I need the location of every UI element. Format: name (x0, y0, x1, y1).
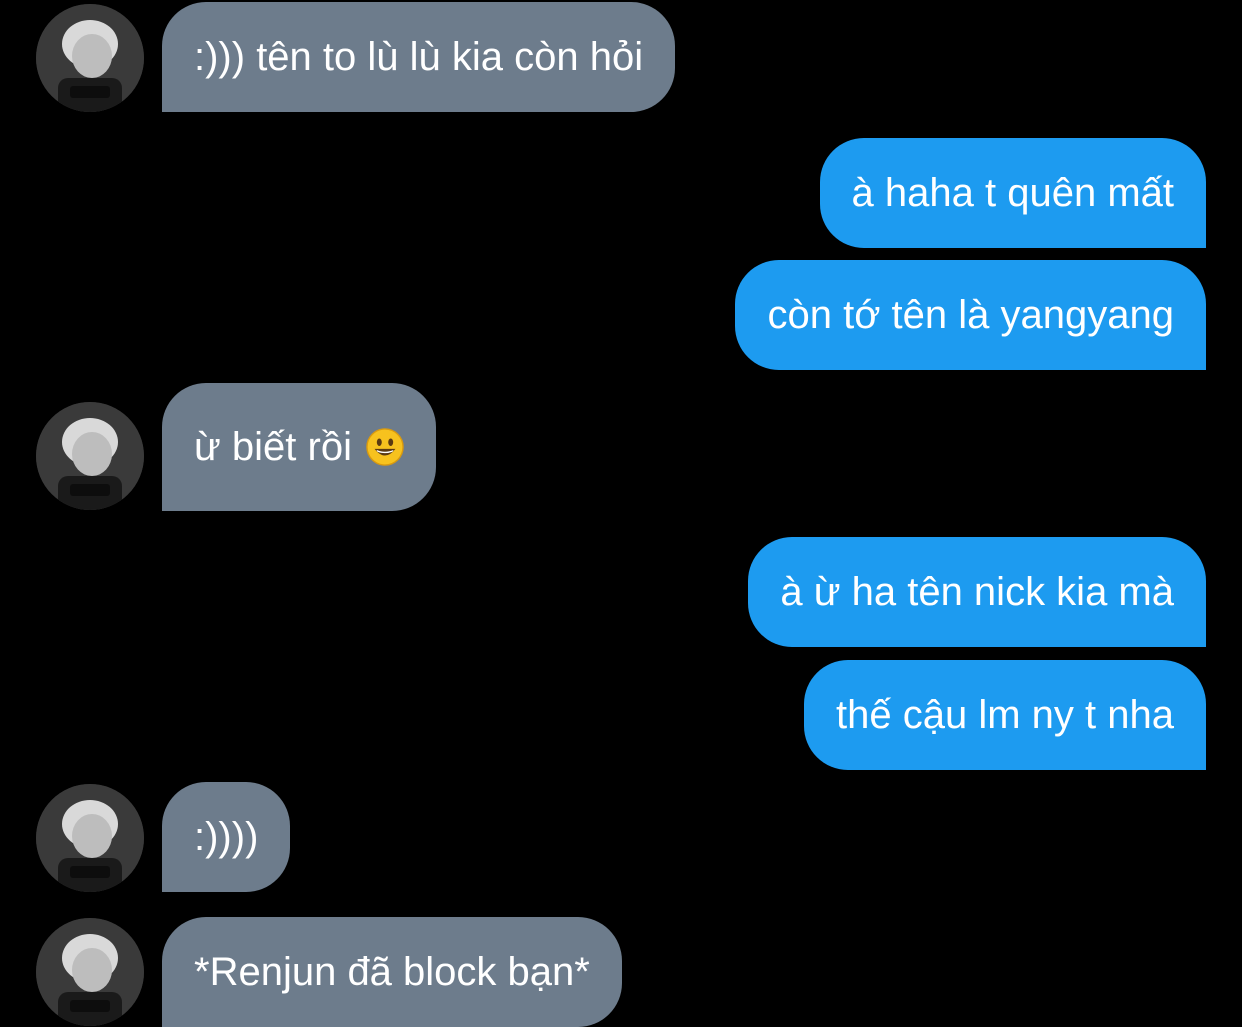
message-bubble-received[interactable]: *Renjun đã block bạn* (162, 917, 622, 1027)
message-text: à ừ ha tên nick kia mà (780, 570, 1174, 614)
message-bubble-received[interactable]: ừ biết rồi (162, 383, 436, 511)
message-bubble-sent[interactable]: à haha t quên mất (819, 138, 1206, 248)
message-text: ừ biết rồi (194, 425, 352, 469)
message-bubble-received[interactable]: :)))) (162, 782, 291, 892)
message-bubble-received[interactable]: :))) tên to lù lù kia còn hỏi (162, 2, 676, 112)
message-bubble-sent[interactable]: còn tớ tên là yangyang (735, 260, 1206, 370)
avatar-photo-icon (36, 784, 144, 892)
contact-avatar[interactable] (36, 918, 144, 1026)
message-text: thế cậu lm ny t nha (836, 693, 1174, 737)
contact-avatar[interactable] (36, 4, 144, 112)
message-text: à haha t quên mất (851, 171, 1174, 215)
avatar-photo-icon (36, 4, 144, 112)
avatar-photo-icon (36, 918, 144, 1026)
message-bubble-sent[interactable]: à ừ ha tên nick kia mà (748, 537, 1206, 647)
message-text: :)))) (194, 815, 259, 859)
contact-avatar[interactable] (36, 784, 144, 892)
message-text: *Renjun đã block bạn* (194, 950, 590, 994)
message-text: :))) tên to lù lù kia còn hỏi (194, 35, 644, 79)
avatar-photo-icon (36, 402, 144, 510)
contact-avatar[interactable] (36, 402, 144, 510)
grinning-face-emoji-icon (366, 428, 404, 466)
message-text: còn tớ tên là yangyang (767, 293, 1174, 337)
message-bubble-sent[interactable]: thế cậu lm ny t nha (804, 660, 1206, 770)
